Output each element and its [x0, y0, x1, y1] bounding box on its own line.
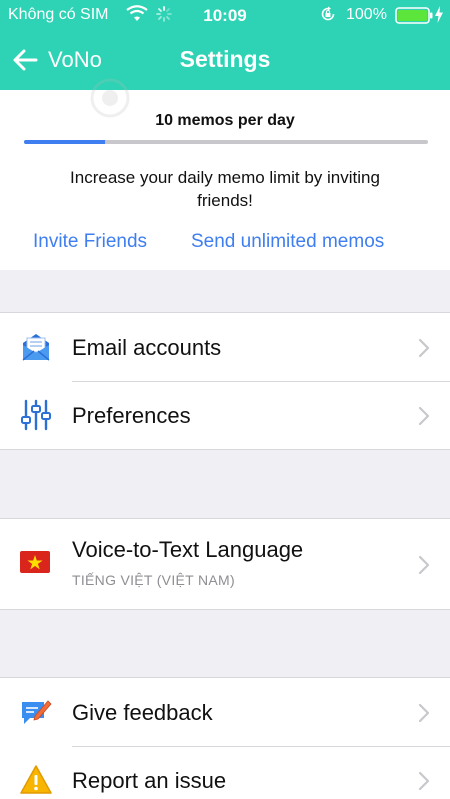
chevron-right-icon — [418, 771, 430, 791]
battery-icon — [395, 7, 433, 24]
memo-info-text: Increase your daily memo limit by inviti… — [70, 168, 380, 210]
charging-icon — [435, 6, 443, 23]
report-issue-label: Report an issue — [72, 768, 227, 793]
chevron-right-icon — [418, 703, 430, 723]
status-bar: Không có SIM 10:09 100% — [0, 0, 450, 30]
send-unlimited-memos-link[interactable]: Send unlimited memos — [191, 231, 384, 253]
memo-progress-fill — [24, 140, 105, 144]
email-icon — [22, 334, 50, 361]
chevron-right-icon — [418, 338, 430, 358]
give-feedback-row[interactable]: Give feedback — [0, 678, 450, 746]
support-group: Give feedback Report an issue — [0, 677, 450, 799]
battery-percent: 100% — [346, 6, 387, 23]
invite-friends-link[interactable]: Invite Friends — [33, 231, 147, 253]
chevron-right-icon — [418, 406, 430, 426]
email-accounts-row[interactable]: Email accounts — [0, 313, 450, 381]
chevron-right-icon — [418, 555, 430, 575]
preferences-label: Preferences — [72, 403, 191, 428]
report-issue-row[interactable]: Report an issue — [0, 746, 450, 799]
warning-icon — [20, 765, 52, 794]
voice-to-text-language-label: Voice-to-Text Language — [72, 537, 304, 562]
feedback-icon — [22, 700, 52, 724]
vietnam-flag-icon — [20, 551, 50, 573]
give-feedback-label: Give feedback — [72, 700, 213, 725]
accounts-group: Email accounts Preferences — [0, 312, 450, 450]
sliders-icon — [21, 399, 51, 431]
preferences-row[interactable]: Preferences — [0, 381, 450, 449]
selected-language-value: TIẾNG VIỆT (VIỆT NAM) — [72, 572, 235, 588]
email-accounts-label: Email accounts — [72, 335, 222, 360]
memo-links: Invite Friends Send unlimited memos — [0, 231, 450, 257]
memo-progress-bar — [24, 140, 428, 144]
rotation-lock-icon — [321, 6, 335, 21]
language-group: Voice-to-Text Language TIẾNG VIỆT (VIỆT … — [0, 518, 450, 610]
watermark-logo — [90, 78, 130, 118]
voice-to-text-language-row[interactable]: Voice-to-Text Language TIẾNG VIỆT (VIỆT … — [0, 519, 450, 609]
